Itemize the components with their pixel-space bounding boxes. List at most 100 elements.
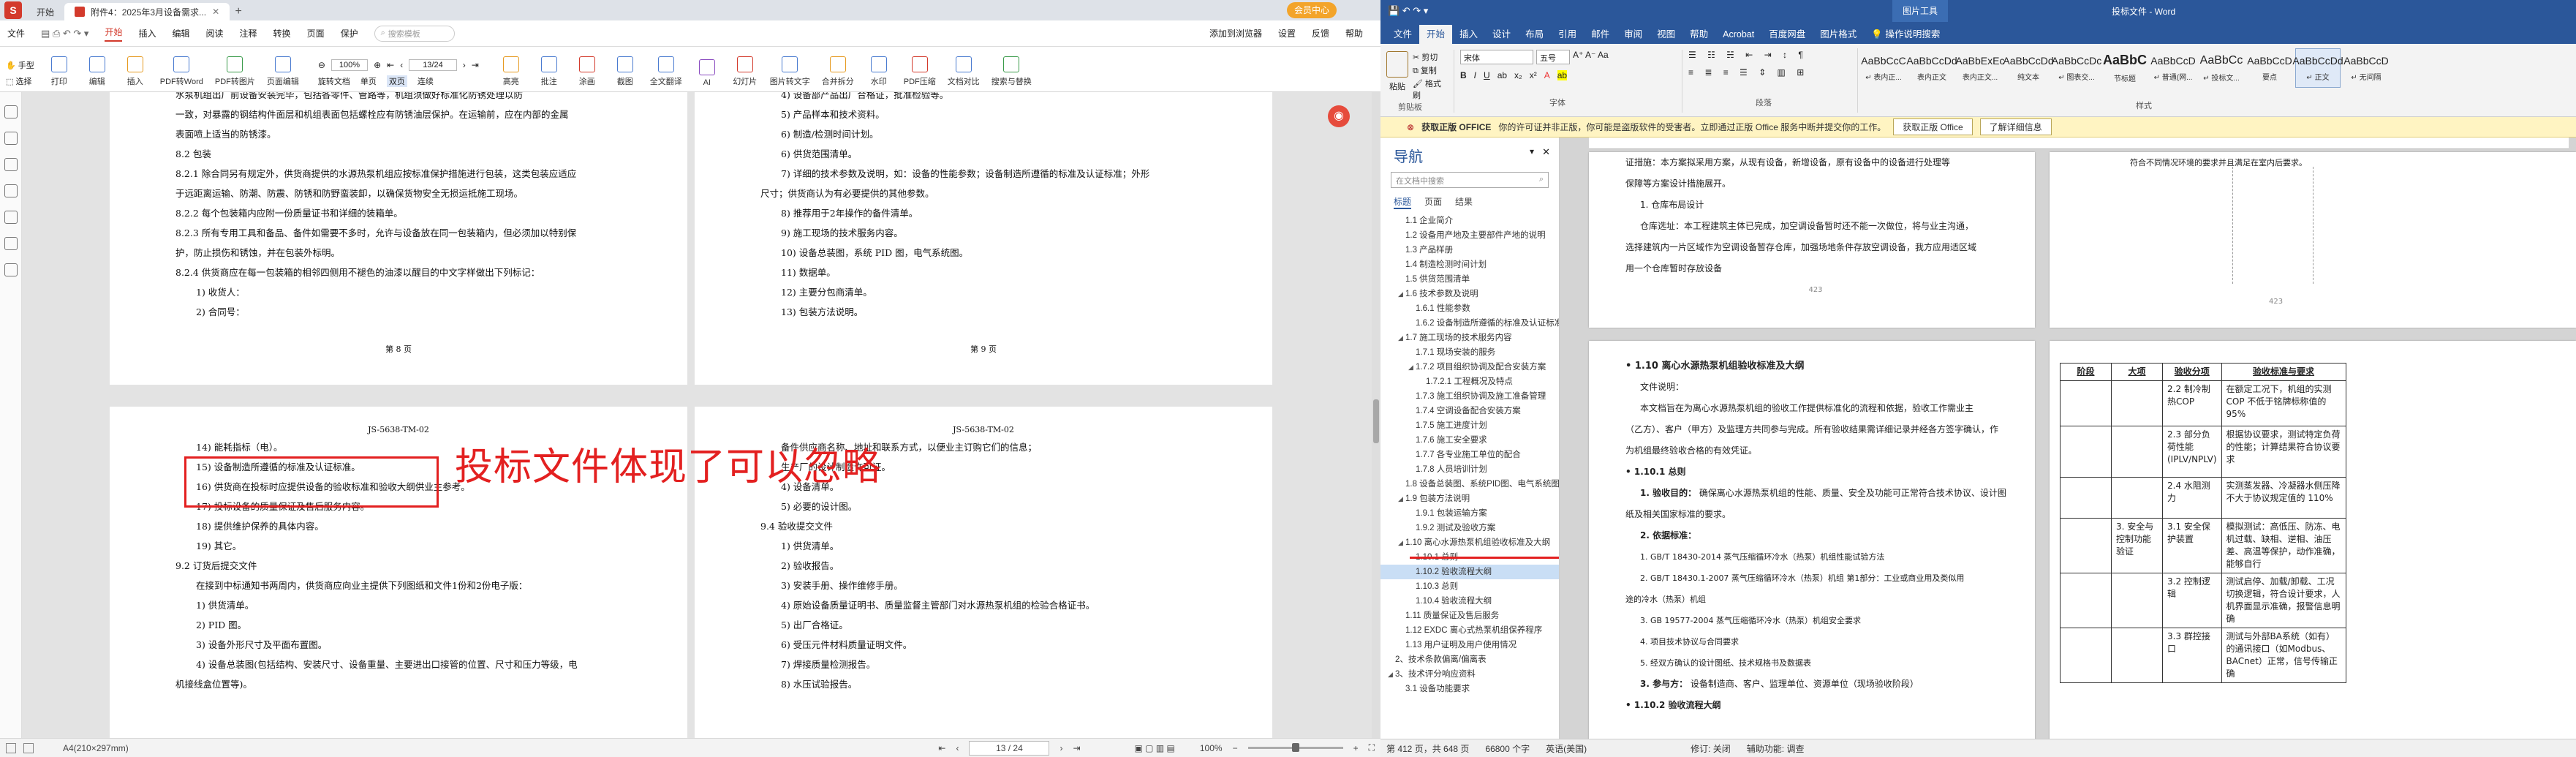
nav-heading-item[interactable]: ◢ 1.9 包装方法说明 [1380,492,1559,506]
thumbnail-icon[interactable] [4,105,18,118]
tab-review[interactable]: 审阅 [1617,25,1650,44]
tab-home[interactable]: 开始 [26,3,64,20]
format-painter-button[interactable]: 🖌 格式刷 [1413,78,1443,101]
paste-icon[interactable] [1386,51,1408,78]
highlight-button[interactable]: 高亮 [498,56,524,87]
menu-file[interactable]: 文件 [7,27,25,39]
edit-button[interactable]: 编辑 [84,56,110,87]
style-item[interactable]: AaBbCc ↵ 投标文... [2199,48,2244,88]
status-last-page-icon[interactable]: ⇥ [1073,743,1080,753]
style-item-active[interactable]: AaBbCcDd ↵ 正文 [2292,48,2343,88]
next-page-icon[interactable]: › [463,60,466,70]
paste-button[interactable]: 粘贴 [1389,80,1405,92]
nav-heading-item[interactable]: 1.7.5 施工进度计划 [1380,418,1559,433]
font-color-icon[interactable]: A [1544,70,1550,80]
tell-me-search[interactable]: 💡 操作说明搜索 [1864,25,1947,44]
select-mode-button[interactable]: ⬚ 选择 [6,75,34,87]
nav-heading-item[interactable]: ◢ 1.10 离心水源热泵机组验收标准及大纲 [1380,535,1559,550]
cut-button[interactable]: ✂ 剪切 [1413,51,1438,63]
continuous-button[interactable]: 连续 [418,75,434,87]
nav-heading-item[interactable]: 1.13 用户证明及用户使用情况 [1380,638,1559,652]
nav-heading-item[interactable]: 1.3 产品样册 [1380,243,1559,257]
nav-heading-item[interactable]: 1.5 供货范围清单 [1380,272,1559,287]
collapse-triangle-icon[interactable]: ◢ [1388,667,1395,682]
horizontal-ruler[interactable] [1589,138,2569,149]
style-item[interactable]: AaBbCcD 要点 [2247,48,2292,88]
zoom-slider[interactable] [1247,743,1343,752]
tab-file[interactable]: 文件 [1386,25,1419,44]
ai-button[interactable]: AI [694,59,720,87]
sidebar-toggle-icon[interactable] [6,742,16,753]
status-page-input[interactable]: 13 / 24 [969,740,1050,756]
menu-insert[interactable]: 插入 [138,27,156,39]
nav-search-input[interactable]: 在文档中搜索 ⌕ [1391,172,1549,188]
subscript-icon[interactable]: x₂ [1514,70,1522,80]
nav-heading-item[interactable]: 1.9.2 测试及验收方案 [1380,521,1559,535]
highlight-color-icon[interactable]: ab [1557,70,1568,80]
merge-split-button[interactable]: 合并拆分 [822,56,854,87]
style-item[interactable]: AaBbCcDc ↵ 图表交... [2052,48,2101,88]
search-replace-button[interactable]: 搜索与替换 [992,56,1032,87]
pdf-to-word-button[interactable]: PDF转Word [160,56,203,87]
strikethrough-icon[interactable]: ab [1497,70,1507,80]
nav-heading-item[interactable]: 1.10.2 验收流程大纲 [1380,565,1559,579]
pdf-to-image-button[interactable]: PDF转图片 [215,56,255,87]
print-button[interactable]: 打印 [46,56,72,87]
nav-heading-item[interactable]: 1.7.7 各专业施工单位的配合 [1380,448,1559,462]
collapse-triangle-icon[interactable]: ◢ [1408,360,1416,374]
style-item[interactable]: AaBbCcD ↵ 无间隔 [2343,48,2389,88]
nav-heading-item[interactable]: ◢ 1.7.2 项目组织协调及配合安装方案 [1380,360,1559,374]
insert-button[interactable]: 插入 [122,56,148,87]
add-to-browser-link[interactable]: 添加到浏览器 [1209,27,1262,39]
nav-tab-headings[interactable]: 标题 [1394,195,1412,209]
search-panel-icon[interactable] [4,211,18,224]
nav-heading-item[interactable]: 1.6.1 性能参数 [1380,301,1559,316]
template-search-input[interactable]: ⌕ 搜索模板 [374,25,455,42]
double-page-button[interactable]: 双页 [386,75,407,87]
pdf-page-view[interactable]: 水泵机组出厂前设备安装完毕，包括各零件、管路等，机组须做好标准化防锈处理以防 一… [22,92,1380,738]
member-center-button[interactable]: 会员中心 [1286,2,1337,18]
menu-convert[interactable]: 转换 [273,27,291,39]
tab-baidu[interactable]: 百度网盘 [1761,25,1813,44]
first-page-icon[interactable]: ⇤ [387,60,394,70]
menu-read[interactable]: 阅读 [206,27,224,39]
page-number-input[interactable]: 13/24 [409,59,457,71]
feedback-link[interactable]: 反馈 [1312,27,1329,39]
status-prev-page-icon[interactable]: ‹ [956,743,959,753]
alignment-buttons[interactable]: ≡ ≣ ≡ ☰ ⇕ ▥ ⊞ [1688,67,1850,78]
nav-heading-item[interactable]: 1.8 设备总装图、系统PID图、电气系统图 [1380,477,1559,492]
style-item[interactable]: AaBbC 节标题 [2102,48,2148,88]
translate-button[interactable]: 全文翻译 [650,56,682,87]
superscript-icon[interactable]: x² [1530,70,1537,80]
copy-button[interactable]: ⧉ 复制 [1413,64,1437,76]
annotation-rectangle[interactable] [184,456,439,508]
draw-button[interactable]: 涂画 [574,56,600,87]
single-page-button[interactable]: 单页 [360,75,377,87]
nav-search-icon[interactable]: ⌕ [1539,175,1544,184]
nav-heading-item[interactable]: 1.7.6 施工安全要求 [1380,433,1559,448]
font-size-select[interactable]: 五号 [1536,50,1570,64]
menu-annotate[interactable]: 注释 [240,27,257,39]
hand-mode-button[interactable]: ✋ 手型 [6,59,34,71]
tab-insert[interactable]: 插入 [1452,25,1485,44]
nav-options-icon[interactable]: ▾ [1530,146,1534,157]
collapse-triangle-icon[interactable]: ◢ [1398,331,1405,345]
style-item[interactable]: AaBbExEc 表内正文... [1956,48,2005,88]
nav-heading-item[interactable]: 1.12 EXDC 离心式热泵机组保养程序 [1380,623,1559,638]
status-accessibility[interactable]: 辅助功能: 调查 [1747,742,1805,755]
comment-list-icon[interactable] [4,158,18,171]
nav-tab-results[interactable]: 结果 [1455,195,1473,209]
nav-heading-item[interactable]: 1.1 企业简介 [1380,214,1559,228]
grow-shrink-font-icon[interactable]: A⁺ A⁻ Aa [1573,50,1609,64]
bookmark-icon[interactable] [4,132,18,145]
screenshot-button[interactable]: 截图 [612,56,638,87]
nav-heading-item[interactable]: ◢ 1.6 技术参数及说明 [1380,287,1559,301]
menu-start[interactable]: 开始 [105,26,123,42]
zoom-slider-thumb[interactable] [1291,743,1299,752]
zoom-out-status-icon[interactable]: − [1233,743,1238,753]
view-mode-icons[interactable]: ▣ ▢ ▥ ▤ [1135,743,1175,753]
tab-acrobat[interactable]: Acrobat [1715,25,1761,44]
slides-button[interactable]: 幻灯片 [732,56,758,87]
document-area[interactable]: 证措施：本方案拟采用方案，从现有设备，新增设备，原有设备中的设备进行处理等 保障… [1560,138,2576,739]
page-edit-button[interactable]: 页面编辑 [267,56,299,87]
